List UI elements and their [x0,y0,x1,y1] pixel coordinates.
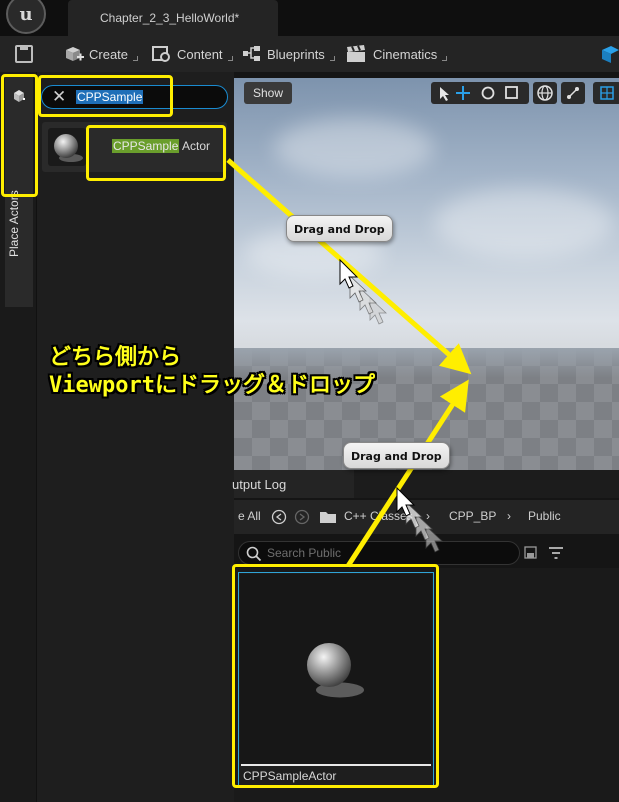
main-toolbar: Create Content Blueprints Cinematics [0,36,619,72]
save-search-icon[interactable] [524,546,538,560]
chevron-down-icon [133,56,139,61]
create-button[interactable]: Create [64,44,139,64]
blueprints-button[interactable]: Blueprints [242,44,335,64]
blueprints-label: Blueprints [267,46,325,62]
drag-drop-tooltip: Drag and Drop [343,442,450,469]
content-browser-path-bar: e All C++ Classes › CPP_BP › Public [234,500,619,534]
output-log-label: utput Log [232,477,287,492]
filter-icon[interactable] [547,545,567,561]
content-search-placeholder: Search Public [267,546,342,560]
clapperboard-icon [347,45,365,62]
place-actors-panel: ✕ CPPSample CPPSample Actor [36,72,234,802]
drag-drop-tooltip: Drag and Drop [286,215,393,242]
save-icon[interactable] [15,45,33,63]
breadcrumb-all[interactable]: e All [238,509,261,523]
highlight-place-actors-tab [1,74,38,197]
show-button[interactable]: Show [244,82,292,104]
world-space-toggle[interactable] [533,82,557,104]
callout-line-1: どちら側から [49,345,182,370]
surface-snap-toggle[interactable] [561,82,585,104]
level-tab-label: Chapter_2_3_HelloWorld* [100,11,240,25]
move-icon [456,86,470,100]
chevron-down-icon [329,56,335,61]
transform-tools [431,82,529,104]
callout-line-2: Viewportにドラッグ＆ドロップ [49,373,375,398]
folder-icon [320,512,336,523]
content-search-input[interactable]: Search Public [238,541,520,565]
globe-icon [537,85,553,101]
scale-icon [505,86,518,99]
tab-output-log[interactable]: utput Log [232,470,354,498]
bottom-tab-bar: utput Log [232,470,619,498]
chevron-down-icon [227,56,233,61]
content-button[interactable]: Content [152,44,233,64]
select-icon [440,87,449,101]
history-nav-icons[interactable] [271,508,311,526]
breadcrumb-cpp-classes[interactable]: C++ Classes [344,509,413,523]
breadcrumb-cpp-bp[interactable]: CPP_BP [449,509,496,523]
level-tab[interactable]: Chapter_2_3_HelloWorld* [68,0,278,36]
sphere-thumbnail [48,128,86,166]
content-label: Content [177,46,223,62]
level-viewport[interactable]: Show [234,78,619,470]
breadcrumb-public[interactable]: Public [528,509,561,523]
create-icon [66,47,84,61]
content-icon [152,46,170,62]
snap-icon [567,87,579,99]
search-icon [246,546,262,562]
grid-snap-toggle[interactable] [593,82,619,104]
highlight-search-box [38,75,173,117]
rotate-icon [481,86,495,100]
sphere-icon [54,134,83,162]
selection-mode-icon[interactable] [599,44,619,64]
grid-icon [600,86,614,100]
cinematics-label: Cinematics [373,46,438,62]
unreal-logo-icon[interactable]: u [6,0,46,34]
highlight-actor-item [86,125,226,181]
transform-tool-icons [440,86,518,101]
create-label: Create [89,46,129,62]
chevron-down-icon [442,56,448,61]
blueprint-icon [243,46,260,61]
highlight-asset-tile [232,564,439,788]
cloud [434,188,614,258]
instruction-callout: どちら側から Viewportにドラッグ＆ドロップ [49,344,375,400]
cinematics-button[interactable]: Cinematics [346,44,448,64]
cloud [274,118,434,178]
chevron-right-icon: › [507,509,511,523]
chevron-right-icon: › [426,509,430,523]
title-bar: u Chapter_2_3_HelloWorld* [0,0,619,36]
